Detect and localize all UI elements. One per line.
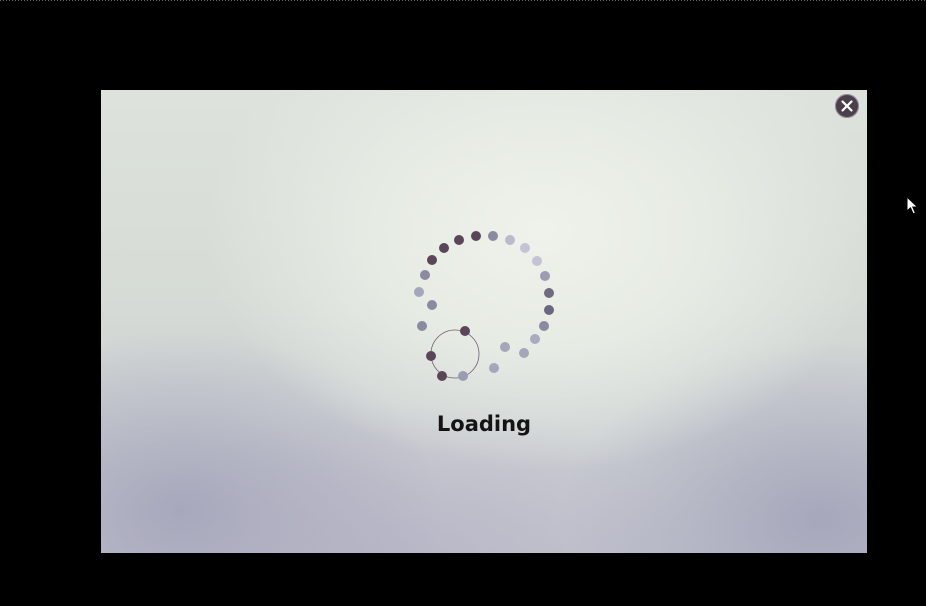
spinner-dot xyxy=(427,255,437,265)
loading-status-text: Loading xyxy=(436,412,532,436)
spinner-dot xyxy=(500,342,510,352)
spinner-dot xyxy=(414,287,424,297)
spinner-dot xyxy=(439,243,449,253)
screen: Loading xyxy=(0,0,926,606)
spinner-inner-ring xyxy=(430,329,480,379)
spinner-dot xyxy=(530,334,540,344)
spinner-dot xyxy=(540,271,550,281)
spinner-dot xyxy=(532,256,542,266)
spinner-dot xyxy=(519,348,529,358)
spinner-dot xyxy=(488,231,498,241)
spinner-dots xyxy=(414,231,554,381)
spinner-dot xyxy=(471,231,481,241)
spinner-dot xyxy=(458,371,468,381)
spinner-dot xyxy=(420,270,430,280)
spinner-dot xyxy=(505,235,515,245)
spinner-dot xyxy=(427,300,437,310)
spinner-dot xyxy=(544,305,554,315)
loading-dialog: Loading xyxy=(101,90,867,553)
spinner-dot xyxy=(426,351,436,361)
mouse-pointer-icon xyxy=(906,196,919,215)
spinner-dot xyxy=(489,363,499,373)
spinner-dot xyxy=(417,321,427,331)
spinner-dot xyxy=(437,371,447,381)
loading-spinner-icon xyxy=(414,231,554,381)
spinner-dot xyxy=(460,326,470,336)
spinner-dot xyxy=(520,243,530,253)
top-dotted-divider xyxy=(0,0,926,1)
spinner-dot xyxy=(454,235,464,245)
spinner-dot xyxy=(544,288,554,298)
spinner-dot xyxy=(539,321,549,331)
